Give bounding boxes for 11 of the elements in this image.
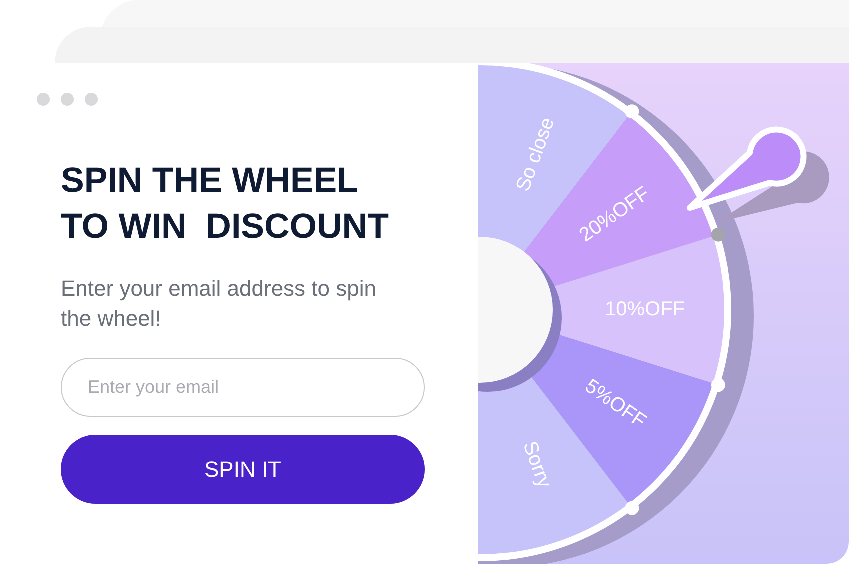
window-dot [37, 93, 50, 106]
segment-label: Sorry [518, 438, 556, 492]
instruction-text: Enter your email address to spin the wheel! [61, 275, 378, 333]
window-dot [61, 93, 74, 106]
spin-button[interactable]: SPIN IT [61, 435, 425, 504]
segment-label: 10%OFF [604, 298, 686, 320]
headline: SPIN THE WHEEL [61, 160, 360, 202]
headline: TO WIN DISCOUNT [61, 206, 390, 248]
email-field[interactable]: Enter your email [61, 358, 425, 417]
window-dot [85, 93, 98, 106]
segment-label: So close [512, 114, 560, 195]
